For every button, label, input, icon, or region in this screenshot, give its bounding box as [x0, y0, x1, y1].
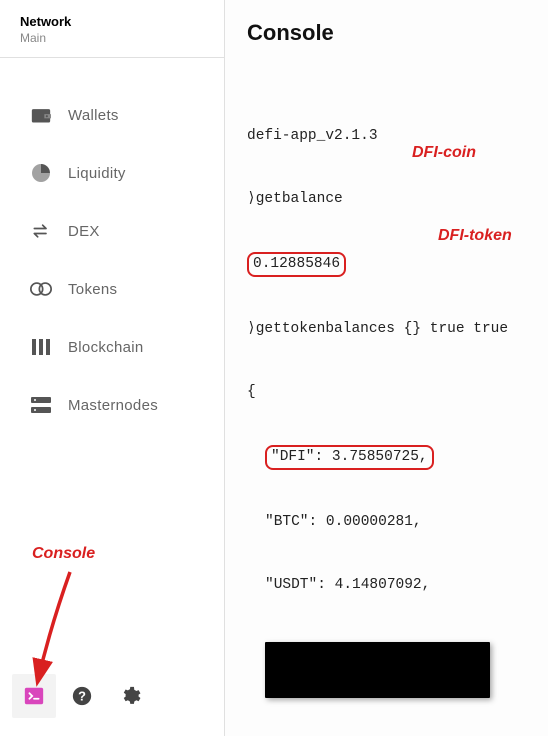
nav-label: Masternodes	[68, 397, 158, 414]
network-label: Network	[20, 14, 204, 29]
console-result-balance: 0.12885846	[247, 252, 526, 277]
console-cmd-gettokenbalances: ⟩gettokenbalances {} true true	[247, 319, 526, 340]
nav-label: Tokens	[68, 281, 117, 298]
sidebar-item-dex[interactable]: DEX	[0, 202, 224, 260]
console-brace-open: {	[247, 382, 526, 403]
pie-icon	[30, 162, 52, 184]
server-icon	[30, 394, 52, 416]
bottom-toolbar: ?	[0, 662, 224, 736]
console-output: defi-app_v2.1.3 ⟩getbalance 0.12885846 ⟩…	[247, 84, 526, 736]
svg-text:?: ?	[78, 689, 86, 704]
nav-label: Liquidity	[68, 165, 126, 182]
nav-label: Blockchain	[68, 339, 144, 356]
console-cmd-getbalance: ⟩getbalance	[247, 189, 526, 210]
highlighted-balance: 0.12885846	[247, 252, 346, 277]
nav-list: Wallets Liquidity DEX Tokens Blockchain	[0, 58, 224, 662]
sidebar-item-liquidity[interactable]: Liquidity	[0, 144, 224, 202]
network-header: Network Main	[0, 0, 224, 58]
sidebar-item-tokens[interactable]: Tokens	[0, 260, 224, 318]
console-app-line: defi-app_v2.1.3	[247, 126, 526, 147]
gear-icon	[119, 685, 141, 707]
redacted-block	[265, 642, 490, 698]
nav-label: Wallets	[68, 107, 119, 124]
sidebar-item-blockchain[interactable]: Blockchain	[0, 318, 224, 376]
sidebar-item-masternodes[interactable]: Masternodes	[0, 376, 224, 434]
terminal-icon	[23, 685, 45, 707]
console-token-usdt: "USDT": 4.14807092,	[247, 575, 526, 596]
tokens-icon	[30, 278, 52, 300]
console-token-btc: "BTC": 0.00000281,	[247, 512, 526, 533]
swap-icon	[30, 220, 52, 242]
sidebar: Network Main Wallets Liquidity DEX T	[0, 0, 225, 736]
main-panel: Console defi-app_v2.1.3 ⟩getbalance 0.12…	[225, 0, 548, 736]
help-icon: ?	[71, 685, 93, 707]
wallet-icon	[30, 104, 52, 126]
sidebar-item-wallets[interactable]: Wallets	[0, 86, 224, 144]
settings-button[interactable]	[108, 674, 152, 718]
nav-label: DEX	[68, 223, 100, 240]
network-name: Main	[20, 31, 204, 45]
page-title: Console	[247, 20, 526, 46]
console-token-dfi: "DFI": 3.75850725,	[247, 445, 526, 470]
columns-icon	[30, 336, 52, 358]
console-button[interactable]	[12, 674, 56, 718]
help-button[interactable]: ?	[60, 674, 104, 718]
highlighted-dfi-token: "DFI": 3.75850725,	[265, 445, 434, 470]
